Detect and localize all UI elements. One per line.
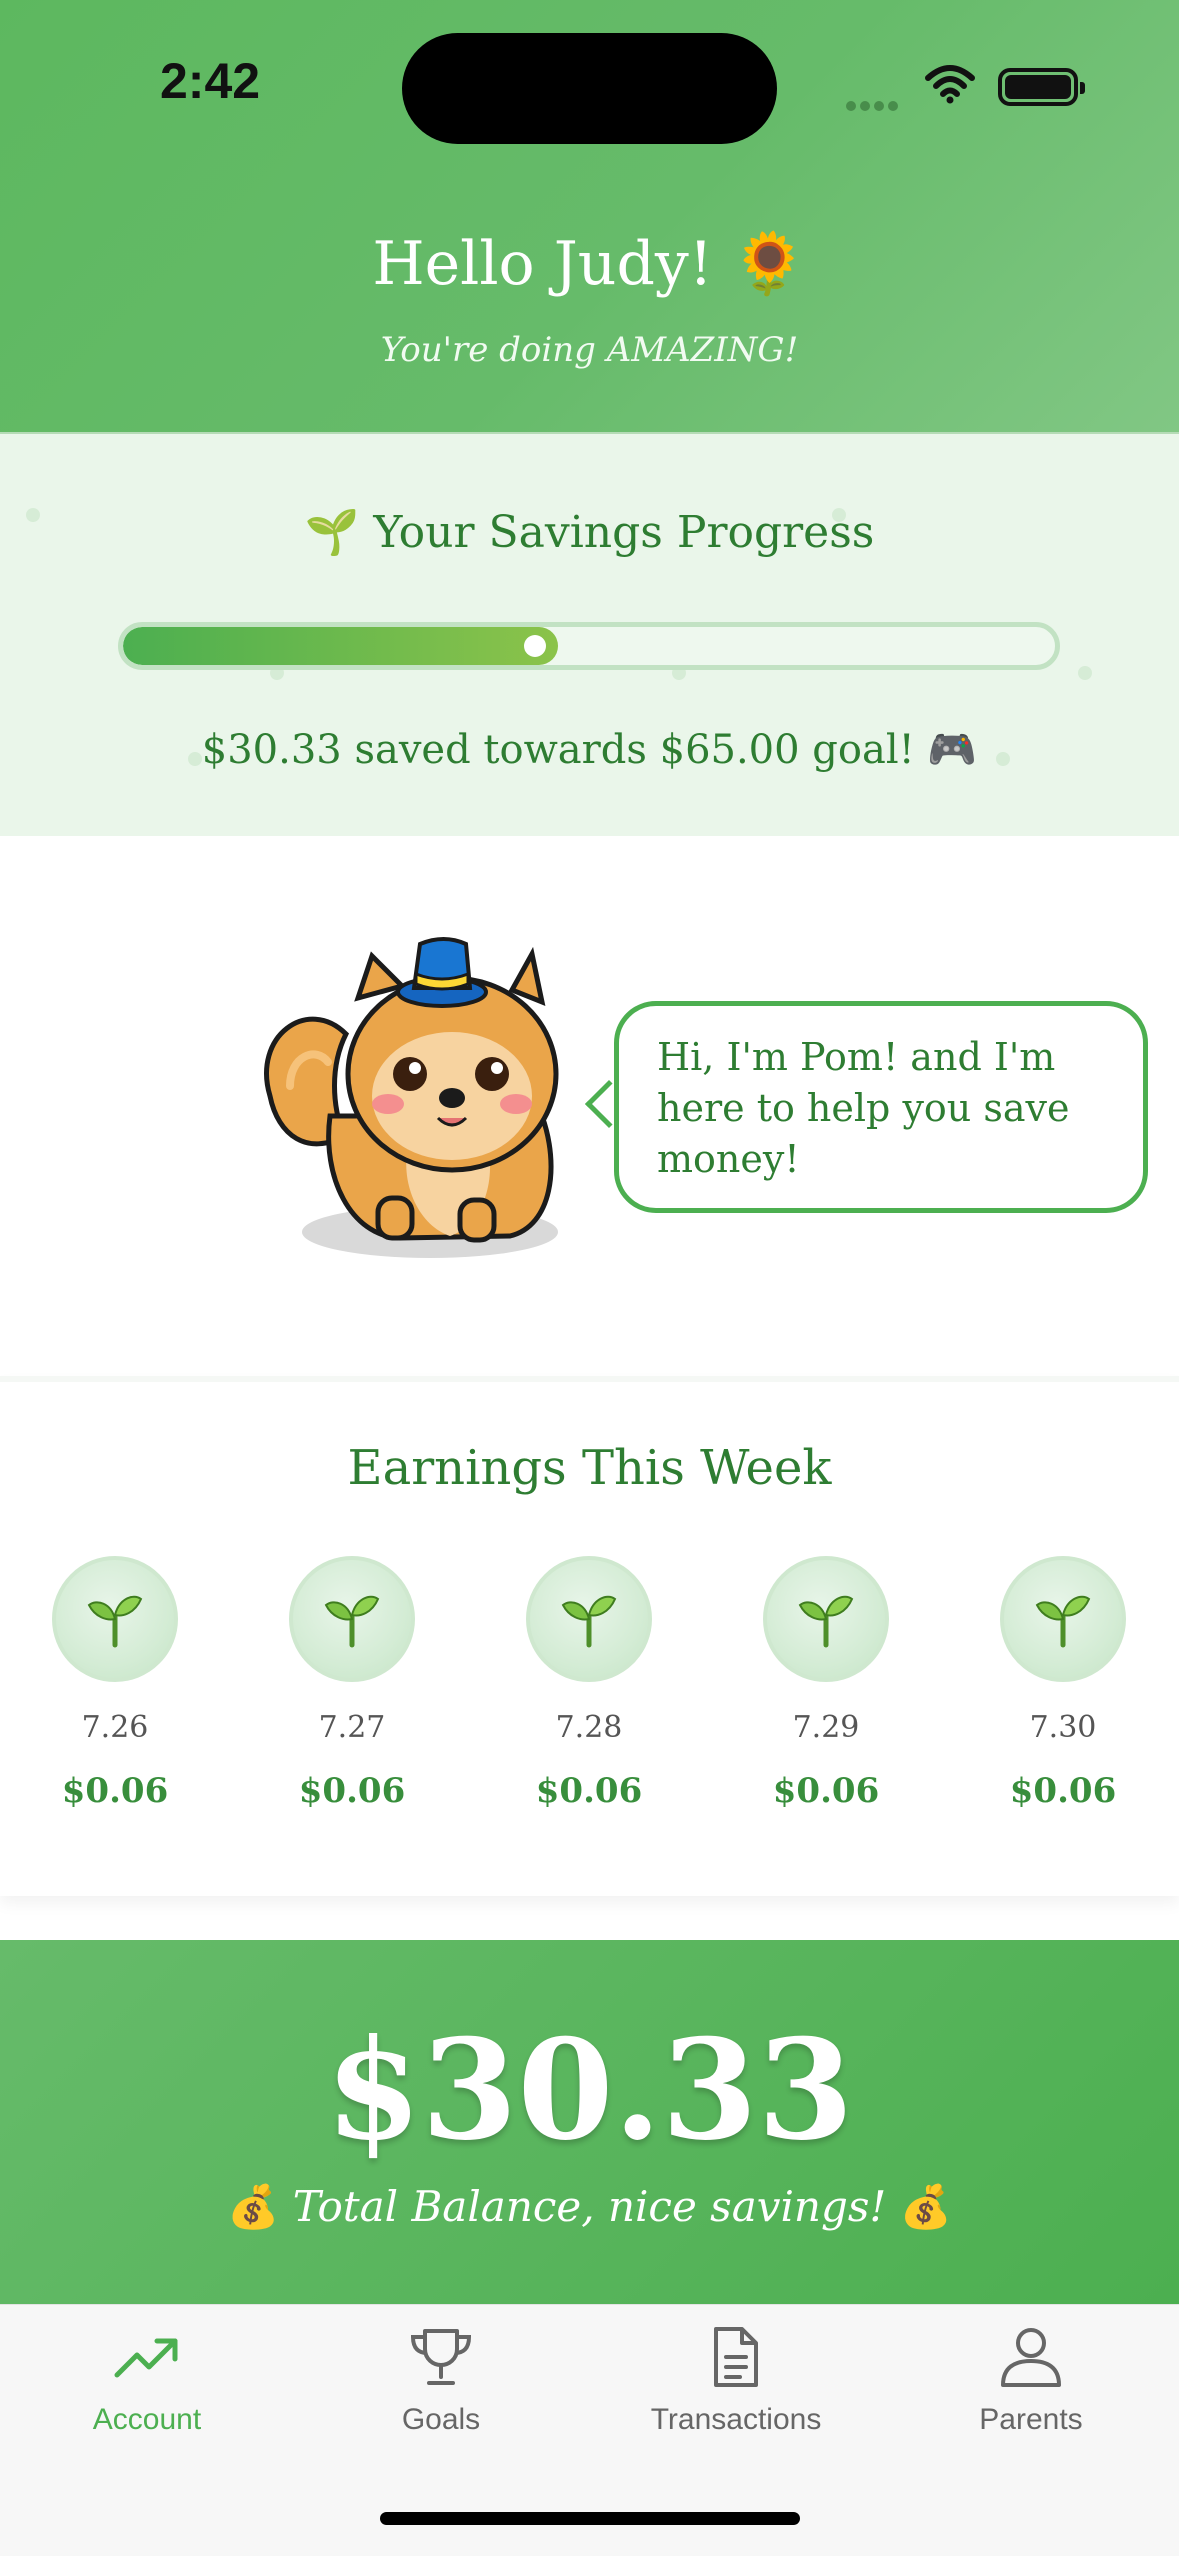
tab-account[interactable]: Account [17, 2325, 277, 2437]
sprout-icon [289, 1556, 415, 1682]
header: 2:42 Hello Judy! 🌻 You're doing AMAZING! [0, 0, 1179, 432]
total-balance-caption: 💰 Total Balance, nice savings! 💰 [0, 2182, 1179, 2232]
sprout-icon [763, 1556, 889, 1682]
earnings-day-date: 7.27 [318, 1710, 386, 1745]
savings-progress-card: 🌱 Your Savings Progress $30.33 saved tow… [0, 432, 1179, 836]
status-time: 2:42 [160, 53, 261, 109]
earnings-day-date: 7.29 [792, 1710, 860, 1745]
sprout-icon [52, 1556, 178, 1682]
greeting-title: Hello Judy! 🌻 [372, 229, 807, 299]
greeting-subtitle: You're doing AMAZING! [380, 330, 799, 370]
trophy-icon [410, 2329, 472, 2385]
earnings-title: Earnings This Week [347, 1440, 832, 1496]
money-bag-icon: 💰 [899, 2182, 952, 2231]
cellular-signal-icon [846, 96, 902, 115]
mascot-speech-bubble: Hi, I'm Pom! and I'm here to help you sa… [614, 1001, 1148, 1213]
home-indicator[interactable] [380, 2512, 800, 2525]
progress-bar [118, 622, 1060, 670]
earnings-this-week-card: Earnings This Week 7.26 $0.06 7.27 $0.06… [0, 1376, 1179, 1896]
earnings-day-amount: $0.06 [1009, 1771, 1117, 1811]
tab-label: Parents [979, 2403, 1083, 2436]
battery-icon [998, 68, 1085, 106]
earnings-day: 7.26 $0.06 [35, 1556, 195, 1811]
earnings-day-amount: $0.06 [298, 1771, 406, 1811]
total-balance-caption-text: Total Balance, nice savings! [292, 2182, 887, 2231]
earnings-day-amount: $0.06 [535, 1771, 643, 1811]
earnings-day-date: 7.30 [1029, 1710, 1097, 1745]
earnings-day-date: 7.28 [555, 1710, 623, 1745]
document-icon [714, 2327, 758, 2387]
decorative-dot [1078, 666, 1092, 680]
mascot-section: Hi, I'm Pom! and I'm here to help you sa… [0, 836, 1179, 1376]
earnings-day-amount: $0.06 [772, 1771, 880, 1811]
tab-label: Account [92, 2403, 202, 2436]
sprout-icon [526, 1556, 652, 1682]
money-bag-icon: 💰 [227, 2182, 280, 2231]
earnings-day-amount: $0.06 [61, 1771, 169, 1811]
tab-parents[interactable]: Parents [901, 2325, 1161, 2437]
pom-dog-mascot-image [264, 937, 559, 1258]
trending-up-icon [114, 2338, 178, 2378]
earnings-day: 7.29 $0.06 [746, 1556, 906, 1811]
tab-transactions[interactable]: Transactions [606, 2325, 866, 2437]
earnings-day: 7.28 $0.06 [509, 1556, 669, 1811]
wifi-icon [925, 65, 975, 104]
earnings-day-date: 7.26 [81, 1710, 149, 1745]
progress-title: 🌱 Your Savings Progress [304, 507, 875, 558]
sprout-icon [1000, 1556, 1126, 1682]
total-balance-amount: $30.33 [325, 2008, 854, 2171]
progress-bar-fill [123, 627, 559, 665]
earnings-day: 7.30 $0.06 [983, 1556, 1143, 1811]
total-balance-card: $30.33 💰 Total Balance, nice savings! 💰 [0, 1940, 1179, 2304]
tab-goals[interactable]: Goals [311, 2325, 571, 2437]
earnings-day: 7.27 $0.06 [272, 1556, 432, 1811]
tab-label: Transactions [650, 2403, 822, 2436]
tab-label: Goals [401, 2403, 481, 2436]
person-icon [1001, 2328, 1061, 2387]
progress-caption: $30.33 saved towards $65.00 goal! 🎮 [201, 727, 978, 773]
dynamic-island [402, 33, 777, 144]
